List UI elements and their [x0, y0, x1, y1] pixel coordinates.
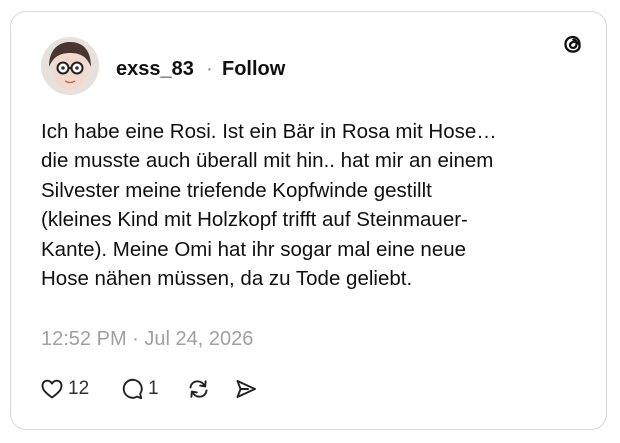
repost-button[interactable]	[186, 374, 212, 404]
separator-dot: ·	[206, 58, 213, 80]
heart-icon	[40, 377, 64, 401]
username-link[interactable]: exss_83	[116, 57, 194, 81]
comment-icon	[120, 377, 144, 401]
follow-button[interactable]: Follow	[222, 57, 285, 81]
reply-button[interactable]: 1	[120, 374, 159, 404]
threads-logo-icon[interactable]	[560, 31, 586, 57]
like-count: 12	[68, 378, 90, 399]
reply-count: 1	[148, 378, 159, 399]
like-button[interactable]: 12	[40, 374, 89, 404]
share-button[interactable]	[233, 374, 259, 404]
post-timestamp[interactable]: 12:52 PM · Jul 24, 2026	[41, 327, 253, 351]
send-icon	[233, 377, 259, 401]
avatar[interactable]	[41, 37, 99, 95]
repost-icon	[186, 377, 212, 401]
post-text: Ich habe eine Rosi. Ist ein Bär in Rosa …	[41, 120, 497, 291]
